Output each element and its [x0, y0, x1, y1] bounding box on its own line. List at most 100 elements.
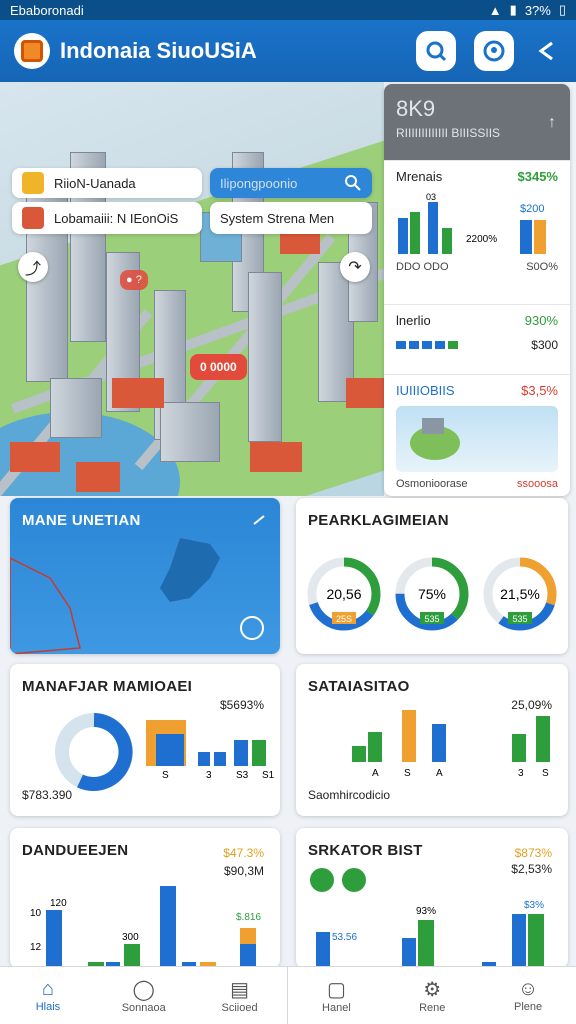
panel-footer-left: Osmonioorase [396, 478, 468, 490]
manafar-foot: $783.390 [22, 788, 73, 802]
system-chip[interactable]: System Strena Men [210, 202, 372, 234]
nav-label: Plene [513, 1001, 543, 1013]
map-widget-card[interactable]: MANE UNETIAN [10, 498, 280, 654]
bar [520, 220, 532, 254]
section2-money: $300 [531, 338, 558, 352]
search-bar[interactable]: Ilipongpoonio [210, 168, 372, 198]
nav-list[interactable]: ▤ Sciioed [192, 967, 288, 1024]
nav-label: Sciioed [221, 1002, 258, 1014]
skator-value-2: $2,53% [511, 862, 552, 876]
search-input[interactable]: Ilipongpoonio [220, 176, 344, 191]
map-filter-icon[interactable]: ↷ [340, 252, 370, 282]
share-button[interactable] [532, 31, 562, 71]
battery-text: 3?% [524, 2, 551, 18]
section2-squares [396, 341, 458, 349]
region-chip[interactable]: RiioN-Uanada [12, 168, 202, 198]
bar [398, 218, 408, 254]
bottom-nav: ⌂ Hlais ◯ Sonnaoa ▤ Sciioed ▢ Hanel ⚙ Rene ☺ P… [0, 966, 576, 1024]
stats-header: 8K9 RIIIIIIIIIIIII BIIISSIIS ↑ [384, 84, 570, 160]
satai-tick: A [436, 768, 443, 779]
bar [534, 220, 546, 254]
section2-value: 930% [524, 313, 558, 328]
skator-label: $3% [524, 900, 544, 911]
stats-section-3: IUIIIOBIIS $3,5% Osmonioorase ssooosa [384, 374, 570, 496]
nav-panel[interactable]: ▢ Hanel [288, 967, 384, 1024]
section1-foot-left: DDO ODO [396, 261, 449, 273]
skator-card: SRKATOR BIST $873% $2,53% 93% $3% 53.56 [296, 828, 568, 968]
chat-search-button[interactable] [474, 31, 514, 71]
nav-label: Hanel [322, 1002, 351, 1014]
nav-home[interactable]: ⌂ Hlais [0, 967, 96, 1024]
section3-thumbnail[interactable] [396, 406, 558, 472]
tower-building [248, 272, 282, 442]
selected-map-marker[interactable]: 0 0000 [190, 354, 247, 380]
status-left-text: Ebaboronadi [10, 2, 84, 18]
bar [410, 212, 420, 254]
panel-icon: ▢ [326, 979, 346, 1001]
section3-value: $3,5% [521, 383, 558, 398]
house-roof [76, 462, 120, 492]
nano-value-2: $90,3M [223, 864, 264, 878]
nano-label: 120 [50, 898, 67, 909]
skator-value-1: $873% [514, 846, 552, 860]
battery-icon: ▯ [558, 2, 566, 17]
share-icon [538, 41, 553, 61]
signal-icon: ▮ [509, 2, 517, 17]
donut-badge-text: 535 [424, 614, 439, 624]
wifi-icon: ▲ [488, 2, 502, 18]
donut-card: PEARKLAGIMEIAN 20,56 25S 75% 535 21,5% 535 [296, 498, 568, 654]
section3-label: IUIIIOBIIS [396, 383, 455, 398]
donut-badge-text: 535 [512, 614, 527, 624]
nano-value-1: $47.3% [223, 846, 264, 860]
section1-value: $345% [517, 169, 558, 184]
house-roof [10, 442, 60, 472]
stats-section-2: lnerlio 930% $300 [384, 304, 570, 374]
manafar-tick: S3 [236, 770, 249, 781]
settings-search-button[interactable] [416, 31, 456, 71]
office-building [160, 402, 220, 462]
nav-profile[interactable]: ☺ Plene [480, 967, 576, 1024]
donut-value: 20,56 [326, 586, 361, 602]
house-icon [22, 207, 44, 229]
nav-settings[interactable]: ⚙ Rene [384, 967, 480, 1024]
nav-label: Sonnaoa [121, 1002, 166, 1014]
bar [428, 202, 438, 254]
nano-card: DANDUEEJEN $47.3% $90,3M 120 10 12 300 $… [10, 828, 280, 968]
map-marker[interactable]: ● ? [120, 270, 148, 290]
section1-label: Mrenais [396, 169, 443, 184]
region-chip-label: RiioN-Uanada [54, 175, 136, 191]
donut-charts: 20,56 25S 75% 535 21,5% 535 [307, 557, 557, 631]
map-widget-graphic [10, 515, 265, 654]
nano-label: 12 [30, 942, 42, 953]
office-building [50, 378, 102, 438]
house-roof [250, 442, 302, 472]
satai-foot: Saomhircodicio [308, 788, 391, 802]
nano-label: 10 [30, 908, 42, 919]
location-chip[interactable]: Lobamaiii: N IEonOiS [12, 202, 202, 234]
home-icon: ⌂ [41, 978, 54, 1000]
app-logo [14, 33, 50, 69]
manafar-tick: 3 [206, 770, 212, 781]
app-title: Indonaia SiuoUSiA [60, 38, 257, 63]
nano-chart: 120 10 12 300 $.816 [30, 886, 261, 968]
manafar-tick: S [162, 770, 169, 781]
manafar-tick: S1 [262, 770, 275, 781]
donut-value: 75% [418, 586, 446, 602]
nano-label: 300 [122, 932, 139, 943]
nano-label: $.816 [236, 912, 261, 923]
stats-panel: 8K9 RIIIIIIIIIIIII BIIISSIIS ↑ Mrenais $… [384, 84, 570, 496]
stats-section-1: Mrenais $345% 03 $200 2200% DDO ODO S0O% [384, 160, 570, 300]
city-map[interactable]: RiioN-Uanada Lobamaiii: N IEonOiS Ilipon… [0, 82, 384, 496]
nav-label: Hlais [35, 1001, 61, 1013]
satai-tick: S [542, 768, 549, 779]
section1-foot-right: S0O% [526, 261, 558, 273]
house-roof [346, 378, 384, 408]
map-tool-icon[interactable]: ⤴ [18, 252, 48, 282]
nav-label: Rene [419, 1002, 446, 1014]
stats-header-sub: RIIIIIIIIIIIII BIIISSIIS [396, 126, 501, 140]
nav-globe[interactable]: ◯ Sonnaoa [96, 967, 192, 1024]
bar [442, 228, 452, 254]
stats-header-value: 8K9 [396, 96, 436, 121]
collapse-icon[interactable]: ↑ [548, 114, 556, 132]
chat-icon [483, 40, 505, 62]
